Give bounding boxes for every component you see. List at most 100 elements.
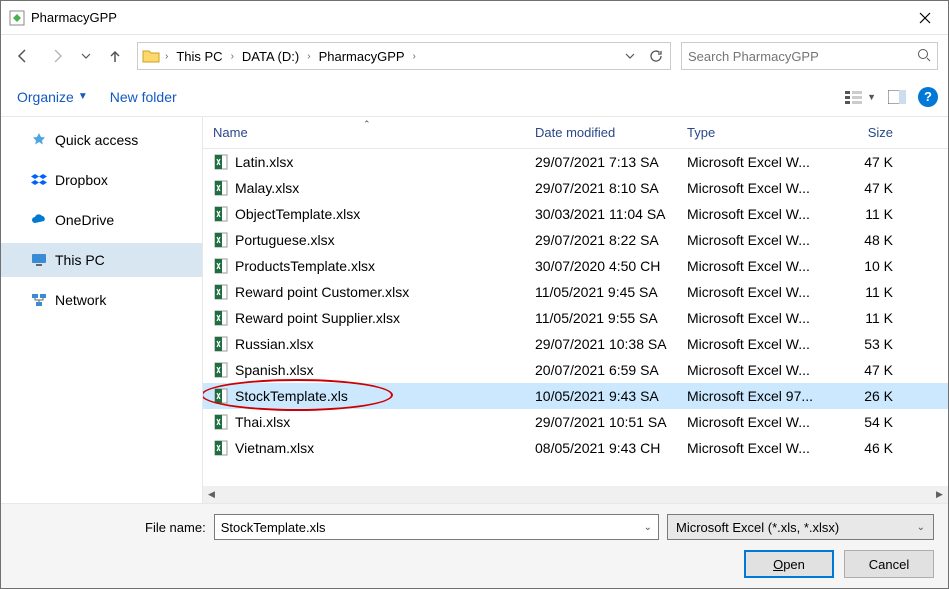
file-size: 48 K xyxy=(839,232,899,248)
cancel-button[interactable]: Cancel xyxy=(844,550,934,578)
file-size: 11 K xyxy=(839,310,899,326)
file-size: 26 K xyxy=(839,388,899,404)
file-row[interactable]: StockTemplate.xls10/05/2021 9:43 SAMicro… xyxy=(203,383,948,409)
view-options-button[interactable]: ▼ xyxy=(845,90,876,104)
file-date: 30/03/2021 11:04 SA xyxy=(535,206,687,222)
excel-file-icon xyxy=(213,154,229,170)
file-size: 47 K xyxy=(839,154,899,170)
dropbox-icon xyxy=(31,172,47,188)
file-name: ProductsTemplate.xlsx xyxy=(235,258,375,274)
file-date: 29/07/2021 10:51 SA xyxy=(535,414,687,430)
excel-file-icon xyxy=(213,258,229,274)
back-button[interactable] xyxy=(11,44,35,68)
file-type: Microsoft Excel W... xyxy=(687,336,839,352)
file-name: Russian.xlsx xyxy=(235,336,314,352)
file-row[interactable]: Malay.xlsx 29/07/2021 8:10 SAMicrosoft Ex… xyxy=(203,175,948,201)
address-bar[interactable]: › This PC › DATA (D:) › PharmacyGPP › xyxy=(137,42,671,70)
organize-button[interactable]: Organize ▼ xyxy=(11,85,94,109)
breadcrumb-drive[interactable]: DATA (D:) xyxy=(239,49,302,64)
window-title: PharmacyGPP xyxy=(31,10,117,25)
sidebar-item-this-pc[interactable]: This PC xyxy=(1,243,202,277)
caret-down-icon: ▼ xyxy=(867,92,876,102)
column-header-date[interactable]: Date modified xyxy=(535,125,687,140)
file-name: Thai.xlsx xyxy=(235,414,290,430)
file-date: 29/07/2021 10:38 SA xyxy=(535,336,687,352)
column-date-label: Date modified xyxy=(535,125,615,140)
sidebar-item-label: Network xyxy=(55,292,106,308)
file-row[interactable]: ProductsTemplate.xlsx 30/07/2020 4:50 CHM… xyxy=(203,253,948,279)
column-header-row: ⌃ Name Date modified Type Size xyxy=(203,117,948,149)
file-name: Vietnam.xlsx xyxy=(235,440,314,456)
file-row[interactable]: ObjectTemplate.xlsx30/03/2021 11:04 SAMi… xyxy=(203,201,948,227)
refresh-button[interactable] xyxy=(644,45,668,67)
new-folder-label: New folder xyxy=(110,89,177,105)
pc-icon xyxy=(31,252,47,268)
file-row[interactable]: Russian.xlsx 29/07/2021 10:38 SAMicrosoft… xyxy=(203,331,948,357)
scroll-track[interactable] xyxy=(220,486,931,503)
filename-value: StockTemplate.xls xyxy=(221,520,326,535)
file-list[interactable]: Latin.xlsx29/07/2021 7:13 SAMicrosoft Ex… xyxy=(203,149,948,486)
search-box[interactable] xyxy=(681,42,938,70)
close-button[interactable] xyxy=(902,1,948,34)
file-row[interactable]: Portuguese.xlsx29/07/2021 8:22 SAMicroso… xyxy=(203,227,948,253)
file-size: 10 K xyxy=(839,258,899,274)
sidebar-item-network[interactable]: Network xyxy=(1,283,202,317)
file-type: Microsoft Excel W... xyxy=(687,440,839,456)
chevron-right-icon[interactable]: › xyxy=(228,51,237,62)
excel-file-icon xyxy=(213,206,229,222)
search-input[interactable] xyxy=(688,49,913,64)
chevron-right-icon[interactable]: › xyxy=(304,51,313,62)
file-row[interactable]: Latin.xlsx29/07/2021 7:13 SAMicrosoft Ex… xyxy=(203,149,948,175)
excel-file-icon xyxy=(213,336,229,352)
file-date: 29/07/2021 8:10 SA xyxy=(535,180,687,196)
excel-file-icon xyxy=(213,388,229,404)
sidebar-item-onedrive[interactable]: OneDrive xyxy=(1,203,202,237)
column-header-type[interactable]: Type xyxy=(687,125,839,140)
horizontal-scrollbar[interactable]: ◀ ▶ xyxy=(203,486,948,503)
help-button[interactable]: ? xyxy=(918,87,938,107)
file-row[interactable]: Thai.xlsx 29/07/2021 10:51 SAMicrosoft Ex… xyxy=(203,409,948,435)
sidebar-item-quick-access[interactable]: Quick access xyxy=(1,123,202,157)
sidebar-item-dropbox[interactable]: Dropbox xyxy=(1,163,202,197)
scroll-right-button[interactable]: ▶ xyxy=(931,486,948,503)
file-name: Portuguese.xlsx xyxy=(235,232,335,248)
column-header-name[interactable]: Name xyxy=(213,125,535,140)
new-folder-button[interactable]: New folder xyxy=(104,85,183,109)
file-type: Microsoft Excel W... xyxy=(687,414,839,430)
file-row[interactable]: Spanish.xlsx20/07/2021 6:59 SAMicrosoft … xyxy=(203,357,948,383)
address-history-button[interactable] xyxy=(618,45,642,67)
breadcrumb-folder[interactable]: PharmacyGPP xyxy=(316,49,408,64)
chevron-right-icon[interactable]: › xyxy=(410,51,419,62)
file-type: Microsoft Excel W... xyxy=(687,310,839,326)
file-row[interactable]: Reward point Supplier.xlsx11/05/2021 9:5… xyxy=(203,305,948,331)
breadcrumb-this-pc[interactable]: This PC xyxy=(173,49,225,64)
preview-pane-button[interactable] xyxy=(888,90,906,104)
forward-button[interactable] xyxy=(45,44,69,68)
file-date: 30/07/2020 4:50 CH xyxy=(535,258,687,274)
file-row[interactable]: Reward point Customer.xlsx11/05/2021 9:4… xyxy=(203,279,948,305)
chevron-right-icon[interactable]: › xyxy=(162,51,171,62)
scroll-left-button[interactable]: ◀ xyxy=(203,486,220,503)
sort-indicator-icon: ⌃ xyxy=(363,119,371,130)
file-type: Microsoft Excel W... xyxy=(687,362,839,378)
chevron-down-icon: ⌄ xyxy=(644,522,652,533)
file-type-filter[interactable]: Microsoft Excel (*.xls, *.xlsx) ⌄ xyxy=(667,514,934,540)
navigation-pane: Quick access Dropbox OneDrive This PC Networ… xyxy=(1,117,203,503)
file-type: Microsoft Excel W... xyxy=(687,258,839,274)
file-size: 47 K xyxy=(839,362,899,378)
up-button[interactable] xyxy=(103,44,127,68)
file-type: Microsoft Excel W... xyxy=(687,180,839,196)
column-header-size[interactable]: Size xyxy=(839,125,899,140)
file-name: Malay.xlsx xyxy=(235,180,299,196)
file-name: Reward point Customer.xlsx xyxy=(235,284,409,300)
recent-locations-button[interactable] xyxy=(79,44,93,68)
file-size: 11 K xyxy=(839,284,899,300)
open-button[interactable]: Open xyxy=(744,550,834,578)
excel-file-icon xyxy=(213,362,229,378)
organize-label: Organize xyxy=(17,89,74,105)
filename-combobox[interactable]: StockTemplate.xls ⌄ xyxy=(214,514,659,540)
toolbar: Organize ▼ New folder ▼ ? xyxy=(1,77,948,117)
column-size-label: Size xyxy=(868,125,893,140)
network-icon xyxy=(31,292,47,308)
file-row[interactable]: Vietnam.xlsx08/05/2021 9:43 CHMicrosoft … xyxy=(203,435,948,461)
